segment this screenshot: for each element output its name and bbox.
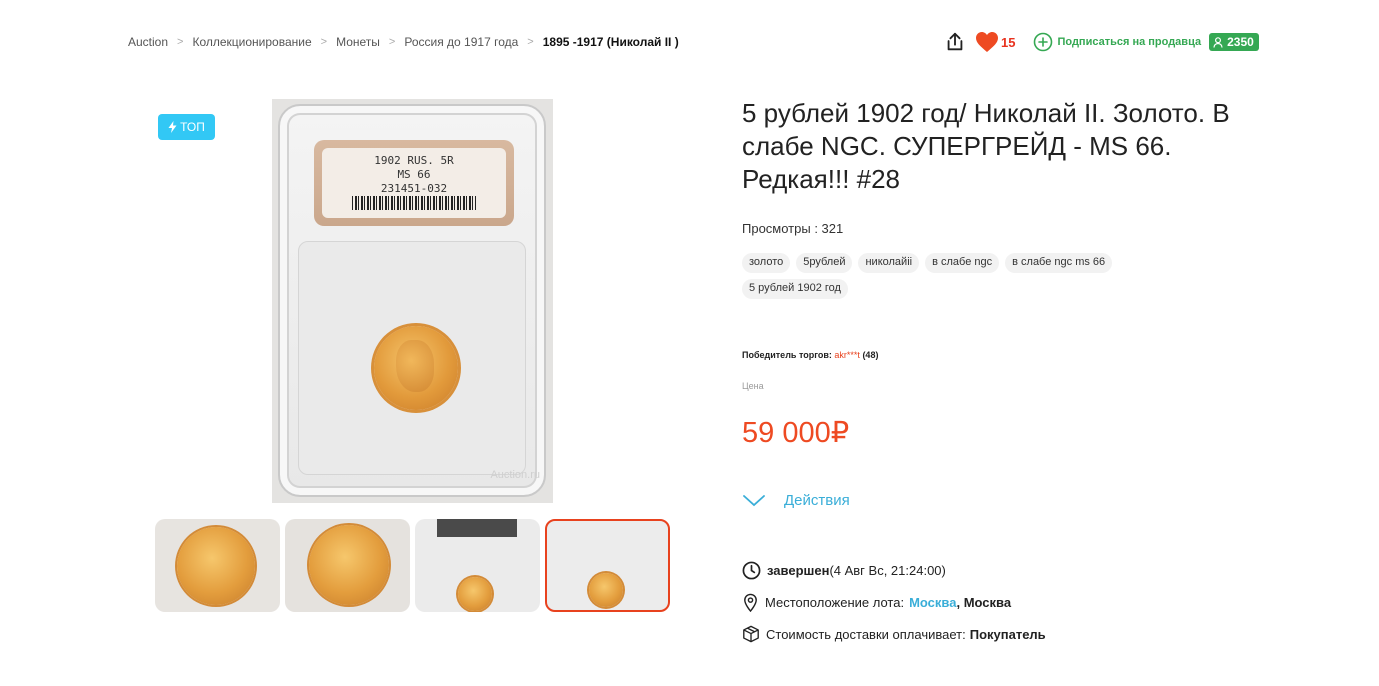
location-city-link[interactable]: Москва [909,595,956,610]
winner-nick[interactable]: akr***t [834,350,860,360]
heart-icon [976,32,998,52]
actions-toggle[interactable]: Действия [742,492,850,509]
breadcrumb-separator: > [177,36,184,48]
barcode [352,196,476,210]
tag[interactable]: 5 рублей 1902 год [742,279,848,299]
breadcrumb-current: 1895 -1917 (Николай II ) [542,35,679,49]
tag[interactable]: николайii [858,253,920,273]
tag[interactable]: золото [742,253,791,273]
coin-image [374,326,458,410]
auction-winner: Победитель торгов: akr***t (48) [742,350,878,360]
thumbnail-2[interactable] [285,519,410,612]
clock-icon [742,561,761,580]
shipping-row: Стоимость доставки оплачивает: Покупател… [742,625,1046,643]
seller-rating-badge: 2350 [1209,33,1259,51]
breadcrumb-collecting[interactable]: Коллекционирование [192,35,311,49]
slab-label-line3: 231451-032 [380,182,448,195]
coin-slab: 1902 RUS. 5R MS 66 231451-032 Auction.ru [278,104,546,497]
subscribe-label: Подписаться на продавца [1057,36,1202,48]
location-label: Местоположение лота: [765,595,905,610]
chevron-down-icon [743,494,765,506]
breadcrumb-separator: > [388,36,396,48]
favorite-button[interactable]: 15 [975,31,1015,53]
price-label: Цена [742,381,764,391]
coin-slab-thumb [589,573,623,607]
seller-rating: 2350 [1227,35,1254,49]
coin-obverse-thumb [309,525,389,605]
breadcrumb-coins[interactable]: Монеты [336,35,380,49]
location-pin-icon [744,593,757,612]
plus-circle-icon [1034,32,1053,52]
share-icon[interactable] [944,31,966,53]
box-icon [743,625,759,643]
breadcrumb-russia-before-1917[interactable]: Россия до 1917 года [404,35,518,49]
header-actions: 15 Подписаться на продавца 2350 [944,31,1259,53]
location-region: , Москва [956,595,1012,610]
slab-label: 1902 RUS. 5R MS 66 231451-032 [314,140,514,226]
tag-list: золото 5рублей николайii в слабе ngc в с… [742,253,1162,305]
thumbnail-4[interactable] [545,519,670,612]
views-count: Просмотры : 321 [742,221,844,236]
thumbnail-1[interactable] [155,519,280,612]
user-icon [1213,36,1223,48]
status-date: (4 Авг Вс, 21:24:00) [829,563,946,578]
slab-label-line1: 1902 RUS. 5R [374,154,454,167]
tag[interactable]: 5рублей [796,253,853,273]
slab-top-thumb [437,519,517,537]
main-photo[interactable]: 1902 RUS. 5R MS 66 231451-032 Auction.ru [272,99,553,503]
slab-label-line2: MS 66 [397,168,431,181]
status-label: завершен [767,563,830,578]
subscribe-seller-button[interactable]: Подписаться на продавца [1033,32,1201,52]
lightning-icon [168,121,177,133]
favorites-count: 15 [1001,34,1016,50]
actions-label: Действия [784,492,850,509]
breadcrumb-auction[interactable]: Auction [128,35,168,49]
thumbnail-strip [155,519,675,612]
lot-title: 5 рублей 1902 год/ Николай II. Золото. В… [742,98,1230,194]
location-row: Местоположение лота: Москва , Москва [742,593,1011,612]
winner-label: Победитель торгов: [742,350,832,360]
shipping-payer: Покупатель [969,626,1046,642]
thumbnail-3[interactable] [415,519,540,612]
price: 59 000₽ [742,417,850,449]
shipping-label: Стоимость доставки оплачивает: [766,626,966,642]
top-badge-label: ТОП [180,120,205,134]
breadcrumb-separator: > [320,36,328,48]
breadcrumb-separator: > [527,36,534,48]
watermark: Auction.ru [490,469,540,481]
status-row: завершен (4 Авг Вс, 21:24:00) [742,561,946,580]
top-badge: ТОП [158,114,215,140]
winner-count: (48) [862,350,879,360]
breadcrumb: Auction > Коллекционирование > Монеты > … [128,35,679,49]
tag[interactable]: в слабе ngc [925,253,1000,273]
coin-reverse-thumb [177,527,255,605]
tag[interactable]: в слабе ngc ms 66 [1005,253,1113,273]
coin-slab-thumb [458,577,492,611]
